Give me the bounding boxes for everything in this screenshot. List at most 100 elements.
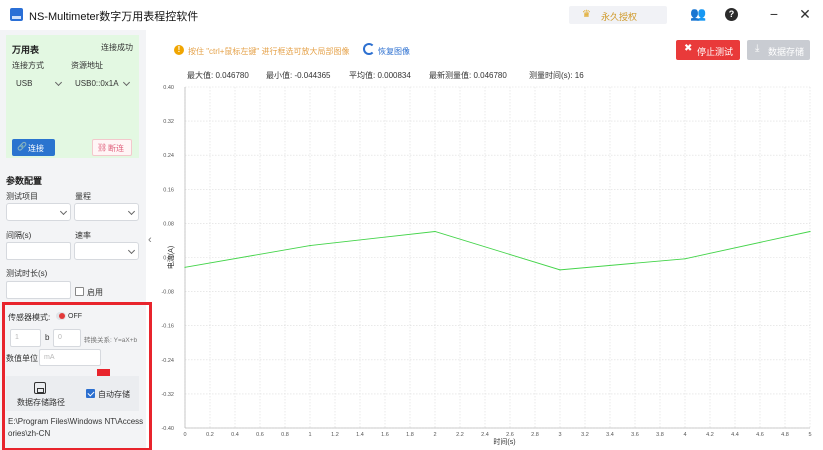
x-tick-label: 4 — [683, 432, 686, 438]
test-item-select[interactable] — [6, 203, 71, 221]
interval-label: 间隔(s) — [6, 231, 32, 240]
connection-status: 连接成功 — [101, 43, 133, 52]
y-tick-label: -0.16 — [161, 324, 174, 330]
coefficient-b-label: b — [45, 333, 50, 342]
range-label: 量程 — [75, 192, 91, 201]
save-data-button[interactable]: ⤓ 数据存储 — [747, 40, 810, 60]
close-button[interactable]: ✕ — [797, 5, 813, 23]
unit-label: 数值单位 — [6, 354, 38, 363]
restore-icon[interactable] — [363, 43, 375, 55]
coefficient-a-input[interactable]: 1 — [10, 329, 41, 347]
duration-label: 测试时长(s) — [6, 269, 48, 278]
connection-method-select[interactable]: USB — [12, 75, 65, 93]
y-tick-label: 0.16 — [163, 187, 174, 193]
x-tick-label: 1.8 — [406, 432, 414, 438]
x-tick-label: 3.4 — [606, 432, 614, 438]
transform-relation-label: 转换关系: Y=aX+b — [84, 337, 138, 344]
title-bar: NS-Multimeter数字万用表程控软件 ♛ 永久授权 👥 ? − ✕ — [0, 0, 823, 30]
chevron-down-icon — [127, 246, 136, 255]
interval-input[interactable] — [6, 242, 71, 260]
range-select[interactable] — [74, 203, 139, 221]
license-button[interactable]: ♛ 永久授权 — [569, 6, 667, 24]
x-tick-label: 5 — [808, 432, 811, 438]
x-tick-label: 4.4 — [731, 432, 739, 438]
close-icon: ✖ — [684, 43, 693, 54]
resource-address-label: 资源地址 — [71, 61, 103, 70]
x-tick-label: 1.6 — [381, 432, 389, 438]
x-tick-label: 3.6 — [631, 432, 639, 438]
connection-method-label: 连接方式 — [12, 61, 44, 70]
rate-label: 速率 — [75, 231, 91, 240]
data-point — [559, 269, 561, 271]
current-chart[interactable]: -0.40-0.32-0.24-0.16-0.080.000.080.160.2… — [157, 80, 823, 450]
x-tick-label: 2.4 — [481, 432, 489, 438]
stop-test-button[interactable]: ✖ 停止测试 — [676, 40, 740, 60]
x-tick-label: 2 — [433, 432, 436, 438]
y-tick-label: 0.08 — [163, 221, 174, 227]
x-tick-label: 3.8 — [656, 432, 664, 438]
data-point — [434, 230, 436, 233]
unit-input[interactable]: mA — [39, 349, 101, 366]
sensor-mode-label: 传感器模式: — [8, 313, 51, 322]
y-tick-label: -0.40 — [161, 426, 174, 432]
collapse-sidebar-icon[interactable]: ‹ — [148, 234, 152, 246]
x-tick-label: 3.2 — [581, 432, 589, 438]
coefficient-b-input[interactable]: 0 — [53, 329, 81, 347]
data-point — [809, 230, 811, 233]
chart-axes: -0.40-0.32-0.24-0.16-0.080.000.080.160.2… — [161, 85, 811, 438]
rate-select[interactable] — [74, 242, 139, 260]
disconnect-button[interactable]: ⛓ 断连 — [92, 139, 132, 156]
params-heading: 参数配置 — [6, 176, 43, 186]
app-title: NS-Multimeter数字万用表程控软件 — [29, 11, 199, 23]
resource-address-select[interactable]: USB0::0x1A — [71, 75, 133, 93]
x-tick-label: 2.8 — [531, 432, 539, 438]
app-logo-icon — [10, 8, 23, 21]
multimeter-heading: 万用表 — [12, 45, 40, 55]
chevron-down-icon — [127, 207, 136, 216]
crown-icon: ♛ — [582, 9, 591, 20]
chevron-down-icon — [54, 78, 63, 87]
connect-button[interactable]: 🔗 连接 — [12, 139, 55, 156]
download-icon: ⤓ — [755, 43, 760, 54]
link-icon: 🔗 — [17, 142, 27, 151]
x-tick-label: 1 — [308, 432, 311, 438]
x-axis-label: 时间(s) — [493, 437, 515, 446]
save-path-button[interactable]: 数据存储路径 — [17, 397, 65, 408]
help-icon[interactable]: ? — [725, 8, 738, 21]
chart-grid — [184, 86, 811, 429]
test-item-label: 测试项目 — [6, 192, 38, 201]
x-tick-label: 4.2 — [706, 432, 714, 438]
y-tick-label: 0.40 — [163, 85, 174, 91]
chart-series — [184, 230, 811, 271]
minimize-button[interactable]: − — [766, 5, 782, 23]
chevron-down-icon — [59, 207, 68, 216]
data-point — [684, 258, 686, 260]
auto-save-label: 自动存储 — [98, 390, 130, 399]
x-tick-label: 3 — [558, 432, 561, 438]
auto-save-checkbox[interactable] — [86, 389, 95, 398]
enable-checkbox[interactable] — [75, 287, 84, 296]
data-point — [184, 266, 186, 268]
duration-input[interactable] — [6, 281, 71, 299]
x-tick-label: 2.6 — [506, 432, 514, 438]
restore-image-link[interactable]: 恢复图像 — [378, 46, 410, 57]
y-tick-label: 0.24 — [163, 153, 174, 159]
license-label: 永久授权 — [601, 12, 638, 22]
data-point — [309, 244, 311, 247]
x-tick-label: 4.8 — [781, 432, 789, 438]
x-tick-label: 1.4 — [356, 432, 364, 438]
x-tick-label: 1.2 — [331, 432, 339, 438]
disk-icon[interactable] — [34, 382, 46, 394]
x-tick-label: 2.2 — [456, 432, 464, 438]
user-icon[interactable]: 👥 — [690, 6, 706, 22]
unlink-icon: ⛓ — [97, 143, 108, 152]
sensor-mode-toggle[interactable] — [56, 312, 66, 320]
y-tick-label: -0.08 — [161, 290, 174, 296]
sensor-mode-state: OFF — [68, 313, 82, 320]
enable-label: 启用 — [87, 288, 103, 297]
y-tick-label: -0.32 — [161, 392, 174, 398]
y-tick-label: -0.24 — [161, 358, 174, 364]
x-tick-label: 0.2 — [206, 432, 214, 438]
y-tick-label: 0.32 — [163, 119, 174, 125]
x-tick-label: 0 — [183, 432, 186, 438]
